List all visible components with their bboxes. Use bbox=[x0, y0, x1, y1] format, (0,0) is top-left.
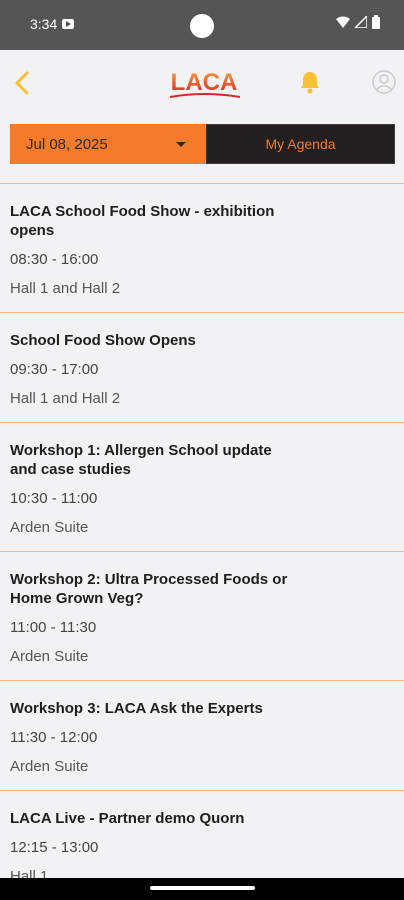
session-location: Hall 1 and Hall 2 bbox=[10, 390, 121, 407]
session-time: 11:30 - 12:00 bbox=[10, 729, 98, 746]
app-bar: LACA bbox=[0, 50, 404, 116]
session-title: LACA School Food Show - exhibition opens bbox=[10, 203, 275, 239]
session-item[interactable]: LACA School Food Show - exhibition opens… bbox=[0, 184, 404, 313]
session-location: Arden Suite bbox=[10, 648, 89, 665]
session-item[interactable]: LACA Live - Partner demo Quorn 12:15 - 1… bbox=[0, 791, 404, 878]
status-bar: 3:34 bbox=[0, 0, 404, 50]
session-item[interactable]: School Food Show Opens 09:30 - 17:00 Hal… bbox=[0, 313, 404, 423]
date-value: Jul 08, 2025 bbox=[26, 135, 108, 153]
my-agenda-button[interactable]: My Agenda bbox=[206, 124, 395, 164]
session-time: 12:15 - 13:00 bbox=[10, 839, 99, 856]
session-time: 11:00 - 11:30 bbox=[10, 619, 97, 636]
session-item[interactable]: Workshop 3: LACA Ask the Experts 11:30 -… bbox=[0, 681, 404, 791]
session-item[interactable]: Workshop 1: Allergen School update and c… bbox=[0, 423, 404, 552]
laca-logo: LACA bbox=[164, 66, 244, 102]
session-title: School Food Show Opens bbox=[10, 332, 196, 349]
bell-icon[interactable] bbox=[299, 70, 321, 94]
signal-icon bbox=[355, 16, 367, 28]
session-time: 09:30 - 17:00 bbox=[10, 361, 99, 378]
date-dropdown[interactable]: Jul 08, 2025 bbox=[10, 124, 206, 164]
agenda-controls: Jul 08, 2025 My Agenda bbox=[10, 124, 395, 164]
chevron-left-icon[interactable] bbox=[10, 70, 36, 96]
session-location: Hall 1 bbox=[10, 868, 49, 878]
wifi-icon bbox=[336, 16, 350, 28]
media-notification-icon bbox=[62, 19, 74, 29]
session-time: 08:30 - 16:00 bbox=[10, 251, 99, 268]
session-title: Workshop 1: Allergen School update and c… bbox=[10, 442, 272, 478]
battery-icon bbox=[372, 15, 380, 29]
session-location: Arden Suite bbox=[10, 758, 89, 775]
session-title: Workshop 2: Ultra Processed Foods or Hom… bbox=[10, 571, 288, 607]
session-time: 10:30 - 11:00 bbox=[10, 490, 98, 507]
session-location: Hall 1 and Hall 2 bbox=[10, 280, 121, 297]
logo-text: LACA bbox=[171, 69, 238, 96]
session-list[interactable]: LACA School Food Show - exhibition opens… bbox=[0, 183, 404, 878]
session-title: Workshop 3: LACA Ask the Experts bbox=[10, 700, 263, 717]
status-time: 3:34 bbox=[30, 16, 58, 32]
user-circle-icon[interactable] bbox=[372, 70, 396, 94]
system-nav-bar bbox=[0, 878, 404, 900]
caret-down-icon bbox=[176, 142, 186, 147]
camera-cutout bbox=[190, 14, 214, 38]
home-gesture-handle[interactable] bbox=[150, 886, 255, 890]
session-item[interactable]: Workshop 2: Ultra Processed Foods or Hom… bbox=[0, 552, 404, 681]
session-title: LACA Live - Partner demo Quorn bbox=[10, 810, 245, 827]
session-location: Arden Suite bbox=[10, 519, 89, 536]
status-icons bbox=[336, 15, 380, 29]
